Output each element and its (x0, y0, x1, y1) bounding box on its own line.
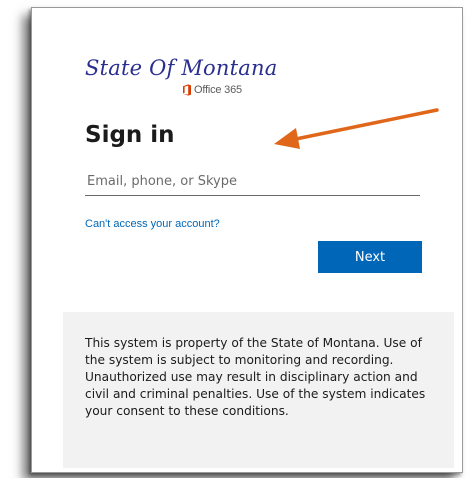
email-field[interactable] (85, 168, 420, 196)
page-title: Sign in (85, 122, 175, 148)
next-button[interactable]: Next (318, 241, 422, 273)
org-logo: State Of Montana Office 365 (85, 56, 295, 104)
office-icon (183, 84, 191, 96)
signin-card: State Of Montana Office 365 Sign in Can'… (47, 18, 457, 468)
office365-label: Office 365 (194, 84, 242, 96)
legal-notice-text: This system is property of the State of … (85, 336, 426, 418)
cant-access-account-link[interactable]: Can't access your account? (85, 218, 220, 230)
office365-logo: Office 365 (182, 84, 242, 96)
legal-notice-box: This system is property of the State of … (63, 312, 454, 468)
screenshot-frame: State Of Montana Office 365 Sign in Can'… (31, 7, 463, 473)
org-logo-text: State Of Montana (85, 56, 278, 80)
